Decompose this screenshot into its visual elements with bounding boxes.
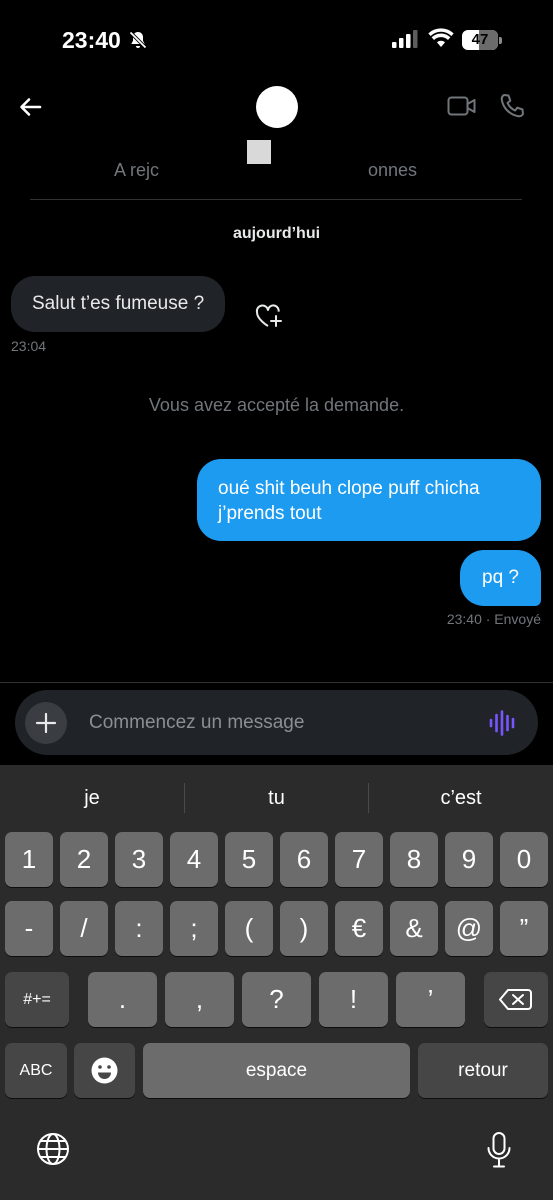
message-composer bbox=[15, 690, 538, 755]
abc-key[interactable]: ABC bbox=[5, 1043, 67, 1098]
return-key[interactable]: retour bbox=[418, 1043, 548, 1098]
key-symbol[interactable]: - bbox=[5, 901, 53, 956]
key-digit[interactable]: 0 bbox=[500, 832, 548, 887]
react-button[interactable] bbox=[254, 302, 284, 330]
heart-plus-icon bbox=[255, 304, 282, 327]
key-punctuation[interactable]: , bbox=[165, 972, 234, 1027]
key-punctuation[interactable]: ! bbox=[319, 972, 388, 1027]
emoji-key[interactable] bbox=[74, 1043, 135, 1098]
space-key[interactable]: espace bbox=[143, 1043, 410, 1098]
keyboard: je tu c’est 1 2 3 4 5 6 7 8 9 0 - / : ; … bbox=[0, 765, 553, 1200]
key-digit[interactable]: 6 bbox=[280, 832, 328, 887]
avatar[interactable] bbox=[256, 86, 298, 128]
suggestion-word[interactable]: je bbox=[0, 765, 184, 831]
globe-button[interactable] bbox=[35, 1131, 71, 1167]
key-digit[interactable]: 2 bbox=[60, 832, 108, 887]
add-attachment-button[interactable] bbox=[25, 702, 67, 744]
key-symbol[interactable]: ) bbox=[280, 901, 328, 956]
voice-waveform-icon bbox=[489, 710, 515, 736]
back-button[interactable] bbox=[16, 92, 46, 122]
cellular-signal-icon bbox=[392, 30, 418, 48]
key-symbol[interactable]: @ bbox=[445, 901, 493, 956]
key-digit[interactable]: 8 bbox=[390, 832, 438, 887]
suggestion-word[interactable]: c’est bbox=[369, 765, 553, 831]
key-symbol[interactable]: ; bbox=[170, 901, 218, 956]
composer-divider bbox=[0, 682, 553, 683]
tab-right[interactable]: onnes bbox=[368, 160, 417, 181]
key-punctuation[interactable]: ’ bbox=[396, 972, 465, 1027]
key-digit[interactable]: 9 bbox=[445, 832, 493, 887]
battery-icon: 47 bbox=[462, 30, 502, 50]
outgoing-message[interactable]: pq ? bbox=[460, 550, 541, 606]
key-digit[interactable]: 7 bbox=[335, 832, 383, 887]
emoji-icon bbox=[91, 1057, 118, 1084]
outgoing-status: 23:40 · Envoyé bbox=[446, 611, 541, 627]
key-symbol[interactable]: : bbox=[115, 901, 163, 956]
key-punctuation[interactable]: . bbox=[88, 972, 157, 1027]
suggestion-bar: je tu c’est bbox=[0, 765, 553, 831]
video-call-button[interactable] bbox=[447, 93, 477, 119]
date-separator: aujourd’hui bbox=[232, 225, 321, 242]
microphone-icon bbox=[487, 1132, 511, 1168]
key-symbol[interactable]: & bbox=[390, 901, 438, 956]
key-digit[interactable]: 5 bbox=[225, 832, 273, 887]
status-time: 23:40 bbox=[62, 27, 121, 53]
plus-icon bbox=[35, 712, 57, 734]
symbols-key[interactable]: #+= bbox=[5, 972, 69, 1027]
system-message: Vous avez accepté la demande. bbox=[148, 395, 405, 415]
wifi-icon bbox=[428, 28, 454, 48]
profile-tabs: A rejc onnes bbox=[30, 150, 522, 200]
battery-level: 47 bbox=[471, 31, 489, 48]
key-digit[interactable]: 1 bbox=[5, 832, 53, 887]
key-symbol[interactable]: € bbox=[335, 901, 383, 956]
incoming-timestamp: 23:04 bbox=[11, 338, 47, 354]
status-bar: 23:40 47 bbox=[0, 0, 553, 80]
key-symbol[interactable]: / bbox=[60, 901, 108, 956]
phone-icon bbox=[500, 94, 524, 118]
message-input[interactable] bbox=[89, 709, 469, 737]
key-symbol[interactable]: ( bbox=[225, 901, 273, 956]
phone-call-button[interactable] bbox=[498, 92, 526, 120]
key-symbol[interactable]: ” bbox=[500, 901, 548, 956]
key-digit[interactable]: 3 bbox=[115, 832, 163, 887]
backspace-icon bbox=[499, 989, 532, 1010]
key-digit[interactable]: 4 bbox=[170, 832, 218, 887]
outgoing-message[interactable]: oué shit beuh clope puff chicha j’prends… bbox=[197, 459, 541, 541]
bell-off-icon bbox=[128, 30, 148, 50]
key-punctuation[interactable]: ? bbox=[242, 972, 311, 1027]
incoming-message[interactable]: Salut t’es fumeuse ? bbox=[11, 276, 226, 332]
tab-left[interactable]: A rejc bbox=[114, 160, 159, 181]
dictation-button[interactable] bbox=[486, 1131, 512, 1169]
backspace-key[interactable] bbox=[484, 972, 548, 1027]
video-camera-icon bbox=[447, 96, 476, 116]
globe-icon bbox=[37, 1133, 69, 1165]
suggestion-word[interactable]: tu bbox=[185, 765, 368, 831]
voice-message-button[interactable] bbox=[489, 710, 517, 736]
arrow-left-icon bbox=[20, 98, 42, 116]
